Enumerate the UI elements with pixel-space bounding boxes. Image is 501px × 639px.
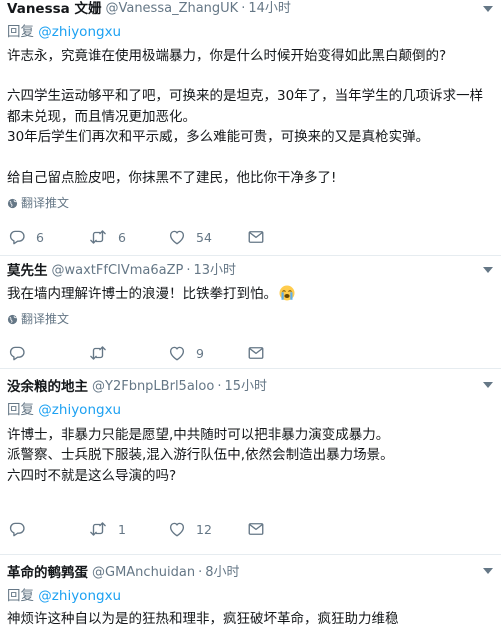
reply-mention-link[interactable]: @zhiyongxu bbox=[38, 402, 121, 418]
tweet-line: 我在墙内理解许博士的浪漫！比铁拳打到怕。 bbox=[7, 286, 277, 302]
like-count: 54 bbox=[196, 229, 212, 245]
tweet-text: 神烦许这种自以为是的狂热和理非，疯狂破坏革命，疯狂助力维稳 bbox=[7, 609, 493, 629]
translate-label: 翻译推文 bbox=[21, 196, 70, 211]
author-name[interactable]: 莫先生 bbox=[7, 262, 48, 280]
direct-message-button[interactable] bbox=[247, 227, 265, 247]
timestamp[interactable]: 13小时 bbox=[194, 262, 237, 280]
retweet-icon bbox=[88, 344, 108, 362]
tweet-line: 神烦许这种自以为是的狂热和理非，疯狂破坏革命，疯狂助力维稳 bbox=[7, 611, 399, 627]
heart-icon bbox=[168, 520, 186, 538]
like-button[interactable]: 12 bbox=[168, 519, 212, 539]
reply-context: 回复 @zhiyongxu bbox=[7, 400, 493, 420]
author-name[interactable]: Vanessa 文姗 bbox=[7, 0, 101, 18]
tweet-text: 许志永，究竟谁在使用极端暴力，你是什么时候开始变得如此黑白颠倒的? 六四学生运动… bbox=[7, 46, 493, 188]
reply-mention-link[interactable]: @zhiyongxu bbox=[38, 588, 121, 604]
translate-label: 翻译推文 bbox=[21, 312, 70, 327]
globe-icon bbox=[7, 314, 18, 325]
reply-context: 回复 @zhiyongxu bbox=[7, 22, 493, 42]
heart-icon bbox=[168, 228, 186, 246]
like-count: 12 bbox=[196, 521, 212, 537]
tweet-line: 许志永，究竟谁在使用极端暴力，你是什么时候开始变得如此黑白颠倒的? bbox=[7, 48, 447, 64]
mail-icon bbox=[247, 520, 265, 538]
tweet-text: 我在墙内理解许博士的浪漫！比铁拳打到怕。 bbox=[7, 284, 493, 304]
tweet-menu-chevron-down-icon[interactable] bbox=[483, 6, 493, 12]
retweet-count: 1 bbox=[118, 521, 126, 537]
reply-icon bbox=[8, 228, 26, 246]
loudly-crying-face-icon bbox=[279, 285, 295, 301]
reply-button[interactable] bbox=[8, 519, 36, 539]
direct-message-button[interactable] bbox=[247, 519, 265, 539]
tweet-4[interactable]: 革命的鹌鹑蛋 @GMAnchuidan · 8小时 回复 @zhiyongxu … bbox=[0, 555, 501, 639]
reply-prefix: 回复 bbox=[7, 588, 34, 604]
globe-icon bbox=[7, 198, 18, 209]
direct-message-button[interactable] bbox=[247, 343, 265, 363]
translate-link[interactable]: 翻译推文 bbox=[7, 195, 493, 211]
retweet-icon bbox=[88, 228, 108, 246]
tweet-2[interactable]: 莫先生 @waxtFfCIVma6aZP · 13小时 我在墙内理解许博士的浪漫… bbox=[0, 256, 501, 369]
author-name[interactable]: 革命的鹌鹑蛋 bbox=[7, 564, 88, 582]
reply-prefix: 回复 bbox=[7, 402, 34, 418]
author-name[interactable]: 没余粮的地主 bbox=[7, 378, 88, 396]
reply-count: 6 bbox=[36, 229, 44, 245]
translate-link[interactable]: 翻译推文 bbox=[7, 311, 493, 327]
reply-prefix: 回复 bbox=[7, 24, 34, 40]
author-handle[interactable]: @Vanessa_ZhangUK bbox=[105, 0, 238, 18]
tweet-text: 许博士，非暴力只能是愿望,中共随时可以把非暴力演变成暴力。 派警察、士兵脱下服装… bbox=[7, 425, 493, 486]
retweet-button[interactable]: 1 bbox=[88, 519, 126, 539]
reply-icon bbox=[8, 344, 26, 362]
timestamp[interactable]: 15小时 bbox=[224, 378, 267, 396]
retweet-count: 6 bbox=[118, 229, 126, 245]
author-handle[interactable]: @Y2FbnpLBrl5aloo bbox=[92, 378, 214, 396]
separator-dot: · bbox=[198, 565, 203, 580]
tweet-menu-chevron-down-icon[interactable] bbox=[483, 382, 493, 388]
tweet-line: 六四学生运动够平和了吧，可换来的是坦克，30年了，当年学生的几项诉求一样都未兑现… bbox=[7, 88, 484, 125]
separator-dot: · bbox=[186, 263, 191, 278]
tweet-actions: 1 12 bbox=[7, 519, 493, 545]
tweet-actions: 6 6 54 bbox=[7, 227, 493, 253]
separator-dot: · bbox=[217, 379, 222, 394]
tweet-actions: 9 bbox=[7, 343, 493, 369]
tweet-line: 派警察、士兵脱下服装,混入游行队伍中,依然会制造出暴力场景。 bbox=[7, 447, 394, 464]
like-button[interactable]: 9 bbox=[168, 343, 204, 363]
reply-button[interactable]: 6 bbox=[8, 227, 44, 247]
mail-icon bbox=[247, 228, 265, 246]
tweet-line: 给自己留点脸皮吧，你抹黑不了建民，他比你干净多了! bbox=[7, 169, 337, 186]
tweet-line: 30年后学生们再次和平示威，多么难能可贵，可换来的又是真枪实弹。 bbox=[7, 129, 430, 146]
author-handle[interactable]: @waxtFfCIVma6aZP bbox=[52, 262, 184, 280]
mail-icon bbox=[247, 344, 265, 362]
tweet-1[interactable]: Vanessa 文姗 @Vanessa_ZhangUK · 14小时 回复 @z… bbox=[0, 0, 501, 256]
separator-dot: · bbox=[241, 1, 246, 16]
author-handle[interactable]: @GMAnchuidan bbox=[92, 564, 195, 582]
retweet-button[interactable] bbox=[88, 343, 118, 363]
tweet-menu-chevron-down-icon[interactable] bbox=[483, 267, 493, 273]
reply-mention-link[interactable]: @zhiyongxu bbox=[38, 24, 121, 40]
tweet-line: 许博士，非暴力只能是愿望,中共随时可以把非暴力演变成暴力。 bbox=[7, 427, 390, 443]
reply-icon bbox=[8, 520, 26, 538]
tweet-3[interactable]: 没余粮的地主 @Y2FbnpLBrl5aloo · 15小时 回复 @zhiyo… bbox=[0, 369, 501, 555]
retweet-button[interactable]: 6 bbox=[88, 227, 126, 247]
like-button[interactable]: 54 bbox=[168, 227, 212, 247]
like-count: 9 bbox=[196, 345, 204, 361]
timestamp[interactable]: 14小时 bbox=[248, 0, 291, 18]
heart-icon bbox=[168, 344, 186, 362]
tweet-menu-chevron-down-icon[interactable] bbox=[483, 568, 493, 574]
tweet-line: 六四时不就是这么导演的吗? bbox=[7, 467, 177, 484]
reply-button[interactable] bbox=[8, 343, 36, 363]
retweet-icon bbox=[88, 520, 108, 538]
timestamp[interactable]: 8小时 bbox=[205, 564, 239, 582]
reply-context: 回复 @zhiyongxu bbox=[7, 586, 493, 606]
